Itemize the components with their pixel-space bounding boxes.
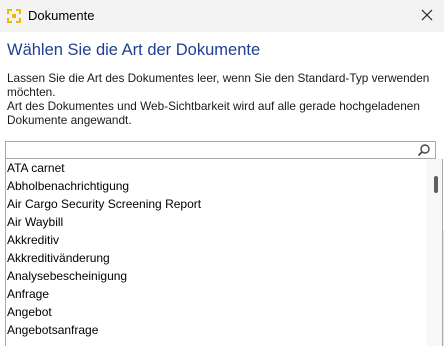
list-item[interactable]: ATA carnet xyxy=(6,159,442,177)
list-item[interactable]: Akkreditivänderung xyxy=(6,249,442,267)
title-bar: Dokumente xyxy=(0,0,444,32)
search-icon[interactable] xyxy=(417,143,431,157)
dialog-heading: Wählen Sie die Art der Dokumente xyxy=(7,41,261,59)
list-item[interactable]: Anfrage xyxy=(6,285,442,303)
list-item[interactable]: Air Cargo Security Screening Report xyxy=(6,195,442,213)
list-item[interactable]: Analysebescheinigung xyxy=(6,267,442,285)
list-item[interactable]: Angebot xyxy=(6,303,442,321)
list-item[interactable]: Air Waybill xyxy=(6,213,442,231)
close-icon xyxy=(421,9,433,21)
app-logo-icon xyxy=(7,9,21,23)
dialog-description: Lassen Sie die Art des Dokumentes leer, … xyxy=(7,71,439,127)
search-box[interactable] xyxy=(5,141,436,159)
description-text-2: Art des Dokumentes und Web-Sichtbarkeit … xyxy=(7,99,420,127)
list-item[interactable]: Angebotsanfrage xyxy=(6,321,442,339)
window-title: Dokumente xyxy=(28,8,95,23)
scrollbar-thumb[interactable] xyxy=(434,176,438,193)
search-input[interactable] xyxy=(8,142,408,158)
list-scrollbar[interactable] xyxy=(426,159,442,346)
close-button[interactable] xyxy=(418,6,436,24)
list-item[interactable]: Abholbenachrichtigung xyxy=(6,177,442,195)
list-item[interactable]: Akkreditiv xyxy=(6,231,442,249)
description-text-1: Lassen Sie die Art des Dokumentes leer, … xyxy=(7,71,430,99)
document-type-list[interactable]: ATA carnet Abholbenachrichtigung Air Car… xyxy=(5,159,443,346)
